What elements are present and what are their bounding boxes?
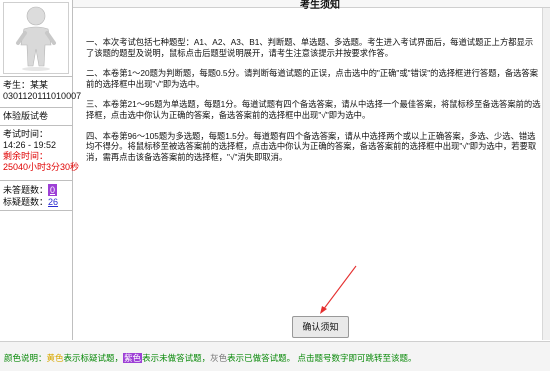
legend-flagged-text: 表示标疑试题， bbox=[63, 353, 124, 363]
legend-label: 颜色说明： bbox=[4, 353, 47, 363]
legend-answered-text: 表示已做答试题。 bbox=[227, 353, 296, 363]
red-arrow-icon bbox=[320, 265, 357, 314]
legend-purple: 紫色 bbox=[123, 353, 143, 363]
legend-gray: 灰色 bbox=[210, 353, 228, 363]
confirm-button[interactable]: 确认须知 bbox=[292, 316, 349, 338]
legend-yellow: 黄色 bbox=[46, 353, 64, 363]
legend-jump-hint: 点击题号数字即可跳转至该题。 bbox=[295, 353, 417, 363]
footer-legend: 颜色说明：黄色表示标疑试题，紫色表示未做答试题，灰色表示已做答试题。 点击题号数… bbox=[0, 341, 550, 371]
legend-unanswered-text: 表示未做答试题， bbox=[142, 353, 211, 363]
